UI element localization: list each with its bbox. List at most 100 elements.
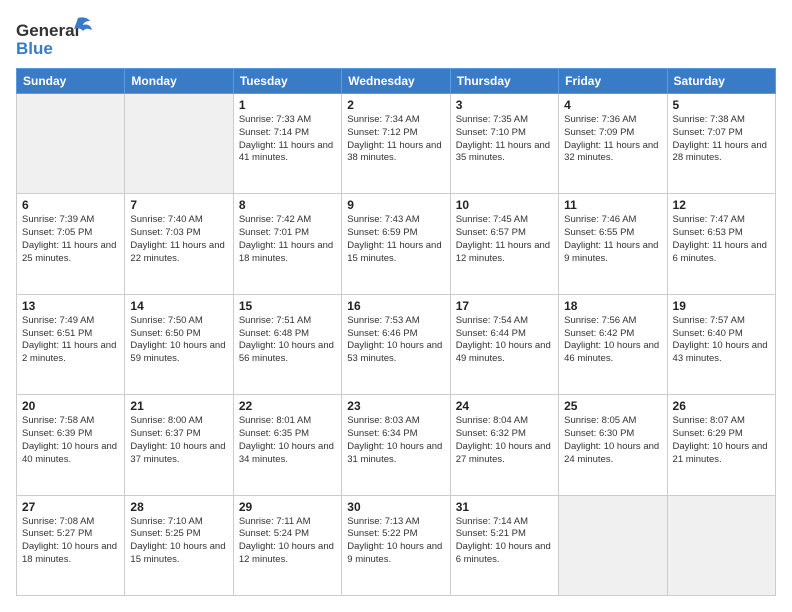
day-number: 2 xyxy=(347,98,444,112)
calendar-cell: 24 Sunrise: 8:04 AMSunset: 6:32 PMDayligh… xyxy=(450,395,558,495)
day-number: 23 xyxy=(347,399,444,413)
day-number: 24 xyxy=(456,399,553,413)
logo: GeneralBlue xyxy=(16,16,106,58)
day-info: Sunrise: 8:03 AMSunset: 6:34 PMDaylight:… xyxy=(347,415,444,466)
day-info: Sunrise: 7:57 AMSunset: 6:40 PMDaylight:… xyxy=(673,315,770,366)
day-info: Sunrise: 7:33 AMSunset: 7:14 PMDaylight:… xyxy=(239,114,336,165)
day-number: 17 xyxy=(456,299,553,313)
weekday-header-monday: Monday xyxy=(125,69,233,94)
day-number: 8 xyxy=(239,198,336,212)
day-info: Sunrise: 7:53 AMSunset: 6:46 PMDaylight:… xyxy=(347,315,444,366)
day-info: Sunrise: 7:40 AMSunset: 7:03 PMDaylight:… xyxy=(130,214,227,265)
day-info: Sunrise: 7:35 AMSunset: 7:10 PMDaylight:… xyxy=(456,114,553,165)
calendar-cell xyxy=(667,495,775,595)
calendar-cell: 25Sunrise: 8:05 AMSunset: 6:30 PMDayligh… xyxy=(559,395,667,495)
calendar-week-row: 27 Sunrise: 7:08 AMSunset: 5:27 PMDayligh… xyxy=(17,495,776,595)
day-info: Sunrise: 7:43 AMSunset: 6:59 PMDaylight:… xyxy=(347,214,444,265)
day-number: 13 xyxy=(22,299,119,313)
day-info: Sunrise: 7:58 AMSunset: 6:39 PMDaylight:… xyxy=(22,415,119,466)
day-number: 31 xyxy=(456,500,553,514)
header: GeneralBlue xyxy=(16,16,776,58)
day-info: Sunrise: 8:07 AMSunset: 6:29 PMDaylight:… xyxy=(673,415,770,466)
calendar-cell: 28 Sunrise: 7:10 AMSunset: 5:25 PMDayligh… xyxy=(125,495,233,595)
day-number: 5 xyxy=(673,98,770,112)
day-info: Sunrise: 8:00 AMSunset: 6:37 PMDaylight:… xyxy=(130,415,227,466)
day-info: Sunrise: 7:50 AMSunset: 6:50 PMDaylight:… xyxy=(130,315,227,366)
calendar-cell: 21 Sunrise: 8:00 AMSunset: 6:37 PMDayligh… xyxy=(125,395,233,495)
day-number: 6 xyxy=(22,198,119,212)
weekday-header-wednesday: Wednesday xyxy=(342,69,450,94)
day-number: 30 xyxy=(347,500,444,514)
calendar-cell: 19Sunrise: 7:57 AMSunset: 6:40 PMDayligh… xyxy=(667,294,775,394)
day-number: 28 xyxy=(130,500,227,514)
calendar-cell: 12Sunrise: 7:47 AMSunset: 6:53 PMDayligh… xyxy=(667,194,775,294)
day-info: Sunrise: 7:36 AMSunset: 7:09 PMDaylight:… xyxy=(564,114,661,165)
calendar-cell: 10 Sunrise: 7:45 AMSunset: 6:57 PMDayligh… xyxy=(450,194,558,294)
weekday-header-row: SundayMondayTuesdayWednesdayThursdayFrid… xyxy=(17,69,776,94)
day-number: 11 xyxy=(564,198,661,212)
day-number: 27 xyxy=(22,500,119,514)
calendar-cell: 18 Sunrise: 7:56 AMSunset: 6:42 PMDayligh… xyxy=(559,294,667,394)
day-info: Sunrise: 7:08 AMSunset: 5:27 PMDaylight:… xyxy=(22,516,119,567)
day-info: Sunrise: 7:46 AMSunset: 6:55 PMDaylight:… xyxy=(564,214,661,265)
calendar-cell: 22 Sunrise: 8:01 AMSunset: 6:35 PMDayligh… xyxy=(233,395,341,495)
day-number: 21 xyxy=(130,399,227,413)
weekday-header-thursday: Thursday xyxy=(450,69,558,94)
weekday-header-saturday: Saturday xyxy=(667,69,775,94)
calendar-cell: 26 Sunrise: 8:07 AMSunset: 6:29 PMDayligh… xyxy=(667,395,775,495)
day-info: Sunrise: 8:01 AMSunset: 6:35 PMDaylight:… xyxy=(239,415,336,466)
day-number: 7 xyxy=(130,198,227,212)
day-number: 9 xyxy=(347,198,444,212)
day-number: 1 xyxy=(239,98,336,112)
day-info: Sunrise: 7:42 AMSunset: 7:01 PMDaylight:… xyxy=(239,214,336,265)
calendar-cell xyxy=(17,94,125,194)
calendar-week-row: 1 Sunrise: 7:33 AMSunset: 7:14 PMDaylight… xyxy=(17,94,776,194)
calendar-week-row: 20 Sunrise: 7:58 AMSunset: 6:39 PMDayligh… xyxy=(17,395,776,495)
day-info: Sunrise: 7:10 AMSunset: 5:25 PMDaylight:… xyxy=(130,516,227,567)
calendar-table: SundayMondayTuesdayWednesdayThursdayFrid… xyxy=(16,68,776,596)
day-info: Sunrise: 7:49 AMSunset: 6:51 PMDaylight:… xyxy=(22,315,119,366)
day-number: 18 xyxy=(564,299,661,313)
calendar-cell: 29Sunrise: 7:11 AMSunset: 5:24 PMDayligh… xyxy=(233,495,341,595)
day-number: 4 xyxy=(564,98,661,112)
svg-text:Blue: Blue xyxy=(16,39,53,58)
day-info: Sunrise: 7:39 AMSunset: 7:05 PMDaylight:… xyxy=(22,214,119,265)
logo-svg: GeneralBlue xyxy=(16,16,106,58)
day-number: 12 xyxy=(673,198,770,212)
svg-text:General: General xyxy=(16,21,79,40)
day-number: 16 xyxy=(347,299,444,313)
day-number: 10 xyxy=(456,198,553,212)
day-info: Sunrise: 7:45 AMSunset: 6:57 PMDaylight:… xyxy=(456,214,553,265)
day-info: Sunrise: 7:54 AMSunset: 6:44 PMDaylight:… xyxy=(456,315,553,366)
weekday-header-sunday: Sunday xyxy=(17,69,125,94)
calendar-cell: 1 Sunrise: 7:33 AMSunset: 7:14 PMDaylight… xyxy=(233,94,341,194)
day-number: 26 xyxy=(673,399,770,413)
calendar-week-row: 6 Sunrise: 7:39 AMSunset: 7:05 PMDaylight… xyxy=(17,194,776,294)
calendar-cell: 11 Sunrise: 7:46 AMSunset: 6:55 PMDayligh… xyxy=(559,194,667,294)
calendar-cell: 30 Sunrise: 7:13 AMSunset: 5:22 PMDayligh… xyxy=(342,495,450,595)
calendar-cell xyxy=(125,94,233,194)
day-info: Sunrise: 8:04 AMSunset: 6:32 PMDaylight:… xyxy=(456,415,553,466)
calendar-cell: 6 Sunrise: 7:39 AMSunset: 7:05 PMDaylight… xyxy=(17,194,125,294)
day-info: Sunrise: 8:05 AMSunset: 6:30 PMDaylight:… xyxy=(564,415,661,466)
day-number: 15 xyxy=(239,299,336,313)
calendar-cell: 3Sunrise: 7:35 AMSunset: 7:10 PMDaylight… xyxy=(450,94,558,194)
day-number: 20 xyxy=(22,399,119,413)
calendar-cell: 13 Sunrise: 7:49 AMSunset: 6:51 PMDayligh… xyxy=(17,294,125,394)
page: GeneralBlue SundayMondayTuesdayWednesday… xyxy=(0,0,792,612)
calendar-cell: 31Sunrise: 7:14 AMSunset: 5:21 PMDayligh… xyxy=(450,495,558,595)
calendar-cell: 4 Sunrise: 7:36 AMSunset: 7:09 PMDaylight… xyxy=(559,94,667,194)
day-info: Sunrise: 7:13 AMSunset: 5:22 PMDaylight:… xyxy=(347,516,444,567)
day-number: 29 xyxy=(239,500,336,514)
calendar-cell xyxy=(559,495,667,595)
day-number: 22 xyxy=(239,399,336,413)
day-number: 14 xyxy=(130,299,227,313)
day-info: Sunrise: 7:56 AMSunset: 6:42 PMDaylight:… xyxy=(564,315,661,366)
day-info: Sunrise: 7:51 AMSunset: 6:48 PMDaylight:… xyxy=(239,315,336,366)
calendar-cell: 5 Sunrise: 7:38 AMSunset: 7:07 PMDaylight… xyxy=(667,94,775,194)
weekday-header-friday: Friday xyxy=(559,69,667,94)
calendar-cell: 17 Sunrise: 7:54 AMSunset: 6:44 PMDayligh… xyxy=(450,294,558,394)
calendar-cell: 8 Sunrise: 7:42 AMSunset: 7:01 PMDaylight… xyxy=(233,194,341,294)
calendar-cell: 27 Sunrise: 7:08 AMSunset: 5:27 PMDayligh… xyxy=(17,495,125,595)
day-info: Sunrise: 7:38 AMSunset: 7:07 PMDaylight:… xyxy=(673,114,770,165)
